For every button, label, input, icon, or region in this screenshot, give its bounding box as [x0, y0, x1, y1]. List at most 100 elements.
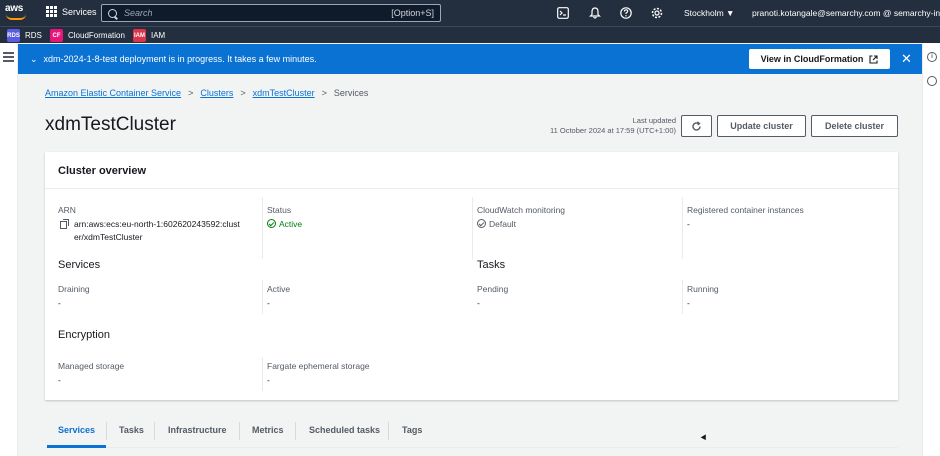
breadcrumb: Amazon Elastic Container Service > Clust…	[45, 88, 368, 98]
column-divider	[262, 197, 263, 259]
delete-cluster-button[interactable]: Delete cluster	[811, 115, 898, 137]
cloudwatch-label: CloudWatch monitoring	[477, 205, 566, 215]
pending-label: Pending	[477, 284, 509, 294]
bell-icon[interactable]	[589, 7, 601, 19]
cloudformation-icon: CF	[50, 29, 63, 42]
cloudshell-icon[interactable]	[557, 7, 569, 19]
close-icon[interactable]: ✕	[901, 51, 912, 67]
history-icon[interactable]	[927, 76, 937, 86]
draining-value: -	[58, 298, 61, 308]
tab-tags[interactable]: Tags	[402, 425, 422, 435]
last-updated: Last updated 11 October 2024 at 17:59 (U…	[540, 116, 676, 136]
tasks-heading: Tasks	[477, 259, 506, 271]
column-divider	[682, 197, 683, 259]
top-navigation: aws Services [Option+S] Stockholm ▼ pran…	[0, 0, 940, 26]
registered-instances-value: -	[687, 219, 690, 229]
breadcrumb-current: Services	[333, 88, 369, 98]
tab-divider	[154, 422, 155, 440]
breadcrumb-cluster[interactable]: xdmTestCluster	[253, 88, 315, 98]
favorites-bar: RDS RDS CF CloudFormation IAM IAM	[0, 26, 940, 43]
status-label: Status	[267, 205, 292, 215]
copy-icon[interactable]	[60, 219, 69, 229]
tab-services[interactable]: Services	[58, 425, 95, 435]
tab-divider	[106, 422, 107, 440]
tab-divider	[239, 422, 240, 440]
info-icon[interactable]: i	[927, 52, 937, 62]
panel-header: Cluster overview	[45, 152, 898, 189]
gear-icon[interactable]	[651, 7, 663, 19]
flash-banner: ⌄ xdm-2024-1-8-test deployment is in pro…	[18, 44, 922, 74]
column-divider	[682, 280, 683, 314]
search-input[interactable]	[124, 8, 392, 18]
managed-storage-value: -	[58, 375, 61, 385]
breadcrumb-clusters[interactable]: Clusters	[200, 88, 233, 98]
pending-value: -	[477, 298, 480, 308]
region-selector[interactable]: Stockholm ▼	[684, 8, 734, 18]
services-menu-button[interactable]: Services	[46, 6, 97, 17]
cloudwatch-text: Default	[489, 219, 516, 229]
tab-divider	[388, 422, 389, 440]
last-updated-value: 11 October 2024 at 17:59 (UTC+1:00)	[550, 126, 676, 135]
arn-line-1: arn:aws:ecs:eu-north-1:602620243592:clus…	[74, 219, 240, 229]
chevron-down-icon[interactable]: ⌄	[30, 54, 38, 65]
encryption-heading: Encryption	[58, 329, 110, 341]
services-label: Services	[62, 6, 97, 17]
account-menu[interactable]: pranoti.kotangale@semarchy.com @ semarch…	[752, 8, 940, 18]
button-label: View in CloudFormation	[760, 54, 864, 64]
refresh-icon	[692, 120, 701, 131]
tab-scheduled-tasks[interactable]: Scheduled tasks	[309, 425, 380, 435]
check-circle-icon	[267, 219, 276, 228]
favorite-rds[interactable]: RDS RDS	[7, 29, 42, 42]
status-value: Active	[267, 218, 302, 231]
check-circle-icon	[477, 219, 486, 228]
tab-divider	[295, 422, 296, 440]
column-divider	[262, 280, 263, 314]
page-title: xdmTestCluster	[45, 114, 176, 135]
update-cluster-button[interactable]: Update cluster	[717, 115, 806, 137]
draining-label: Draining	[58, 284, 90, 294]
search-icon	[108, 8, 117, 18]
panel-title: Cluster overview	[58, 165, 147, 177]
fargate-storage-label: Fargate ephemeral storage	[267, 361, 370, 371]
active-label: Active	[267, 284, 291, 294]
chevron-right-icon: >	[240, 88, 246, 98]
status-text: Active	[279, 219, 303, 229]
favorite-cloudformation[interactable]: CF CloudFormation	[50, 29, 125, 42]
grid-icon	[46, 6, 57, 17]
favorite-iam[interactable]: IAM IAM	[133, 29, 165, 42]
search-bar[interactable]: [Option+S]	[101, 4, 441, 22]
running-label: Running	[687, 284, 719, 294]
tab-tasks[interactable]: Tasks	[119, 425, 144, 435]
flash-message: xdm-2024-1-8-test deployment is in progr…	[43, 54, 317, 64]
help-icon[interactable]	[620, 7, 632, 19]
tab-infrastructure[interactable]: Infrastructure	[168, 425, 227, 435]
breadcrumb-ecs[interactable]: Amazon Elastic Container Service	[45, 88, 181, 98]
fargate-storage-value: -	[267, 375, 270, 385]
aws-logo[interactable]: aws	[5, 3, 27, 23]
aws-smile-icon	[6, 14, 26, 20]
column-divider	[472, 197, 473, 259]
active-value: -	[267, 298, 270, 308]
managed-storage-label: Managed storage	[58, 361, 125, 371]
cloudwatch-value: Default	[477, 218, 516, 231]
chevron-right-icon: >	[321, 88, 327, 98]
view-in-cloudformation-button[interactable]: View in CloudFormation	[749, 49, 890, 69]
favorite-label: IAM	[151, 31, 166, 40]
search-shortcut: [Option+S]	[391, 8, 434, 18]
tab-metrics[interactable]: Metrics	[252, 425, 284, 435]
external-link-icon	[869, 54, 878, 64]
arn-value: arn:aws:ecs:eu-north-1:602620243592:clus…	[74, 218, 240, 244]
services-heading: Services	[58, 259, 101, 271]
iam-icon: IAM	[133, 29, 146, 42]
cluster-tabs: Services Tasks Infrastructure Metrics Sc…	[45, 418, 898, 448]
favorite-label: RDS	[25, 31, 42, 40]
favorite-label: CloudFormation	[68, 31, 125, 40]
arn-line-2: er/xdmTestCluster	[74, 232, 143, 242]
registered-instances-label: Registered container instances	[687, 205, 804, 215]
arn-label: ARN	[58, 205, 76, 215]
chevron-right-icon: >	[188, 88, 194, 98]
running-value: -	[687, 298, 690, 308]
refresh-button[interactable]	[681, 115, 712, 137]
cluster-overview-panel: Cluster overview ARN arn:aws:ecs:eu-nort…	[45, 152, 898, 400]
menu-icon[interactable]	[3, 52, 14, 64]
